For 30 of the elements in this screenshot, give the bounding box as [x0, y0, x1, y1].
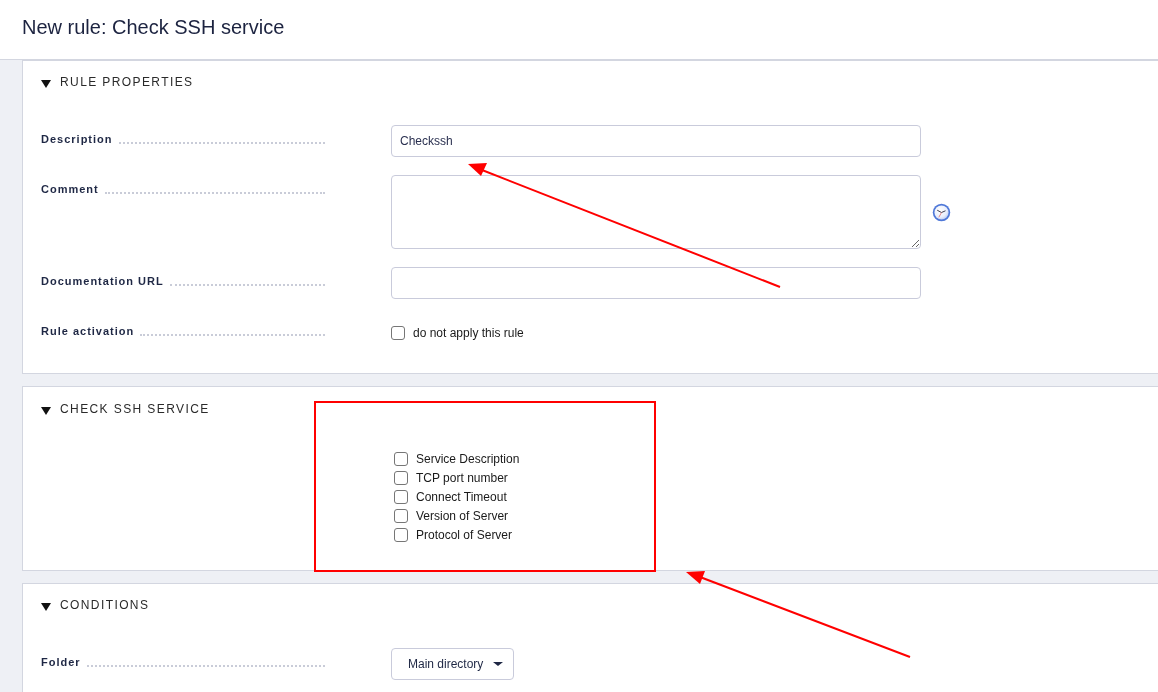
checkbox-label[interactable]: Connect Timeout — [416, 490, 507, 504]
field-label: Rule activation — [41, 325, 135, 338]
checkbox-label[interactable]: Service Description — [416, 452, 520, 466]
page-title: New rule: Check SSH service — [22, 14, 285, 40]
collapse-triangle-icon[interactable] — [41, 79, 51, 88]
folder-dropdown[interactable]: Main directory — [391, 648, 515, 680]
field-label: Documentation URL — [41, 275, 164, 288]
field-label: Folder — [41, 656, 81, 669]
checkbox[interactable] — [394, 471, 408, 485]
checkbox[interactable] — [394, 490, 408, 504]
checkbox[interactable] — [391, 326, 405, 340]
clock-icon[interactable] — [932, 202, 951, 222]
checkbox-label[interactable]: Version of Server — [416, 509, 509, 523]
checkbox-label[interactable]: Protocol of Server — [416, 528, 513, 542]
collapse-triangle-icon[interactable] — [41, 406, 51, 415]
field-label: Description — [41, 133, 113, 146]
checkbox[interactable] — [394, 452, 408, 466]
section-title[interactable]: CONDITIONS — [60, 598, 150, 612]
text-field[interactable] — [391, 267, 921, 299]
section-title[interactable]: CHECK SSH SERVICE — [60, 402, 210, 416]
collapse-triangle-icon[interactable] — [41, 602, 51, 611]
field-value: Checkssh — [400, 133, 453, 150]
checkbox[interactable] — [394, 509, 408, 523]
section-title[interactable]: RULE PROPERTIES — [60, 75, 194, 89]
field-label: Comment — [41, 183, 99, 196]
checkbox[interactable] — [394, 528, 408, 542]
checkbox-label[interactable]: do not apply this rule — [413, 324, 524, 342]
text-field[interactable]: Checkssh — [391, 125, 921, 157]
caret-icon — [493, 662, 504, 666]
checkbox-label[interactable]: TCP port number — [416, 471, 508, 485]
